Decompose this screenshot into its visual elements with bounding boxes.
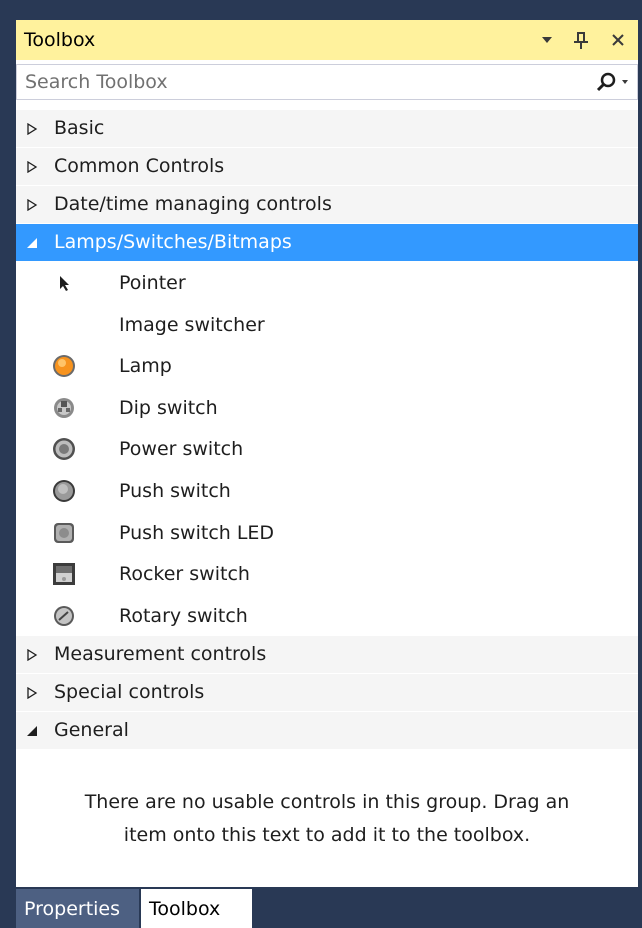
dropdown-arrow-icon — [542, 37, 552, 43]
toolbox-list: Basic Common Controls Date/time managing… — [16, 110, 638, 751]
item-label: Power switch — [119, 438, 244, 461]
expand-arrow-icon — [27, 123, 38, 135]
toolbox-window: Toolbox Search Toolbox Basic Common Cont… — [16, 20, 638, 887]
group-label: Common Controls — [54, 155, 225, 177]
group-label: General — [54, 719, 129, 742]
group-label: Basic — [54, 117, 105, 139]
search-icon — [596, 72, 628, 92]
search-button[interactable] — [591, 69, 631, 97]
pin-button[interactable] — [567, 26, 595, 54]
item-label: Rocker switch — [119, 563, 250, 586]
toolbox-item-pointer[interactable]: Pointer — [16, 262, 638, 304]
tab-properties[interactable]: Properties — [16, 889, 139, 928]
toolbox-item-rocker-switch[interactable]: Rocker switch — [16, 553, 638, 595]
close-icon — [612, 34, 624, 46]
power-switch-icon — [52, 437, 76, 461]
toolbox-item-lamp[interactable]: Lamp — [16, 345, 638, 387]
group-general[interactable]: General — [16, 712, 638, 751]
item-label: Push switch LED — [119, 521, 275, 544]
empty-message-line: There are no usable controls in this gro… — [84, 791, 570, 813]
expand-arrow-icon — [27, 649, 38, 662]
toolbox-title: Toolbox — [24, 29, 96, 51]
item-label: Image switcher — [119, 313, 265, 336]
rotary-switch-icon — [52, 604, 76, 628]
empty-message-line: item onto this text to add it to the too… — [123, 824, 531, 846]
toolbox-item-image-switcher[interactable]: Image switcher — [16, 304, 638, 346]
toolbox-item-dip-switch[interactable]: Dip switch — [16, 387, 638, 429]
bottom-tab-strip: Properties Toolbox — [16, 889, 638, 928]
pin-icon — [574, 32, 588, 49]
close-button[interactable] — [604, 26, 632, 54]
group-datetime-controls[interactable]: Date/time managing controls — [16, 186, 638, 224]
push-switch-icon — [52, 479, 76, 503]
item-label: Pointer — [119, 272, 186, 294]
item-label: Lamp — [119, 355, 172, 378]
group-special-controls[interactable]: Special controls — [16, 674, 638, 713]
empty-group-message: There are no usable controls in this gro… — [16, 786, 638, 852]
group-label: Lamps/Switches/Bitmaps — [54, 231, 292, 253]
item-label: Push switch — [119, 479, 231, 502]
item-label: Rotary switch — [119, 604, 248, 627]
orange-lamp-icon — [52, 354, 76, 378]
search-input[interactable] — [25, 70, 565, 94]
toolbox-item-push-switch[interactable]: Push switch — [16, 470, 638, 512]
toolbox-item-power-switch[interactable]: Power switch — [16, 428, 638, 470]
rocker-switch-icon — [52, 562, 76, 586]
group-lamps-switches-bitmaps[interactable]: Lamps/Switches/Bitmaps — [16, 224, 638, 262]
group-label: Measurement controls — [54, 643, 267, 666]
toolbox-titlebar: Toolbox — [16, 20, 638, 60]
expand-arrow-icon — [27, 161, 38, 173]
group-label: Special controls — [54, 681, 205, 704]
group-measurement-controls[interactable]: Measurement controls — [16, 636, 638, 675]
toolbox-item-push-switch-led[interactable]: Push switch LED — [16, 512, 638, 554]
window-position-dropdown-button[interactable] — [533, 26, 561, 54]
push-switch-led-icon — [52, 521, 76, 545]
group-common-controls[interactable]: Common Controls — [16, 148, 638, 186]
dip-switch-icon — [52, 396, 76, 420]
item-label: Dip switch — [119, 396, 218, 419]
expand-arrow-icon — [27, 687, 38, 700]
group-label: Date/time managing controls — [54, 193, 332, 215]
collapse-arrow-icon — [27, 238, 37, 248]
group-basic[interactable]: Basic — [16, 110, 638, 148]
toolbox-item-rotary-switch[interactable]: Rotary switch — [16, 595, 638, 637]
pointer-arrow-icon — [52, 271, 76, 295]
collapse-arrow-icon — [27, 726, 37, 737]
expand-arrow-icon — [27, 199, 38, 211]
search-box — [16, 64, 638, 100]
tab-toolbox[interactable]: Toolbox — [141, 889, 252, 928]
